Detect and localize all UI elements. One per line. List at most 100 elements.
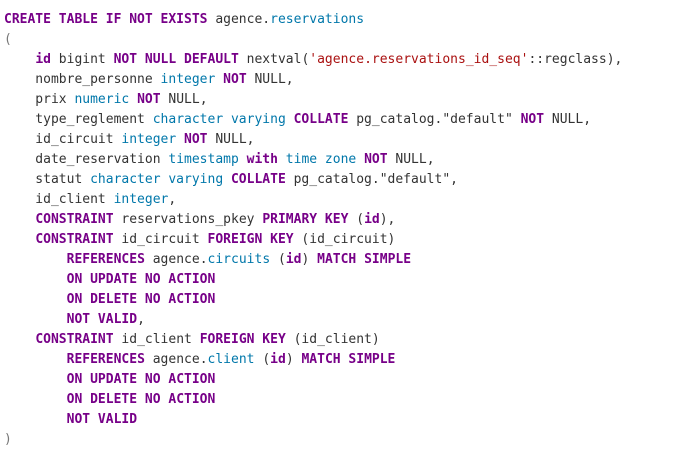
code-token: integer xyxy=(113,192,169,207)
code-token: 'agence.reservations_id_seq' xyxy=(309,52,529,67)
code-token: NOT xyxy=(137,92,161,107)
code-token: id_client xyxy=(113,332,200,347)
code-token: id xyxy=(270,352,286,367)
code-line: CONSTRAINT id_circuit FOREIGN KEY (id_ci… xyxy=(4,230,679,250)
code-token: id_client xyxy=(4,192,114,207)
code-token: time zone xyxy=(285,152,357,167)
code-line: CREATE TABLE IF NOT EXISTS agence.reserv… xyxy=(4,10,679,30)
code-token: nombre_personne xyxy=(4,72,161,87)
code-line: ( xyxy=(4,30,679,50)
code-line: type_reglement character varying COLLATE… xyxy=(4,110,679,130)
code-token: with xyxy=(246,152,278,167)
code-token: agence. xyxy=(207,12,271,27)
code-token: NULL, xyxy=(544,112,592,127)
code-line: id_client integer, xyxy=(4,190,679,210)
code-token: statut xyxy=(4,172,91,187)
code-token: REFERENCES xyxy=(66,252,145,267)
sql-code-view[interactable]: CREATE TABLE IF NOT EXISTS agence.reserv… xyxy=(0,0,679,454)
code-token: NULL, xyxy=(246,72,294,87)
code-line: id_circuit integer NOT NULL, xyxy=(4,130,679,150)
code-token: ( xyxy=(348,212,365,227)
code-token: NOT VALID xyxy=(66,312,138,327)
code-token: ON UPDATE NO ACTION xyxy=(66,372,216,387)
code-token: ) xyxy=(301,252,318,267)
code-token: id xyxy=(364,212,380,227)
code-token: (id_client) xyxy=(285,332,380,347)
code-token: ::regclass), xyxy=(528,52,623,67)
code-token: ( xyxy=(270,252,286,267)
code-token: ON DELETE NO ACTION xyxy=(66,292,216,307)
code-line: ) xyxy=(4,430,679,450)
code-token: NOT xyxy=(520,112,545,127)
code-token: NOT xyxy=(223,72,247,87)
code-line: id bigint NOT NULL DEFAULT nextval('agen… xyxy=(4,50,679,70)
code-token: timestamp xyxy=(168,152,239,167)
code-token: circuits xyxy=(207,252,271,267)
code-line: NOT VALID xyxy=(4,410,679,430)
code-token: NULL, xyxy=(387,152,435,167)
code-token: id_circuit xyxy=(113,232,208,247)
code-token: , xyxy=(137,312,145,327)
code-token: prix xyxy=(4,92,75,107)
code-token: character varying xyxy=(152,112,286,127)
code-token: MATCH SIMPLE xyxy=(301,352,396,367)
code-token: id xyxy=(285,252,302,267)
code-line: statut character varying COLLATE pg_cata… xyxy=(4,170,679,190)
code-line: ON UPDATE NO ACTION xyxy=(4,270,679,290)
code-token: ), xyxy=(379,212,396,227)
code-line: CONSTRAINT reservations_pkey PRIMARY KEY… xyxy=(4,210,679,230)
code-token: client xyxy=(207,352,255,367)
code-token: REFERENCES xyxy=(66,352,145,367)
code-token: PRIMARY KEY xyxy=(262,212,349,227)
code-token: ) xyxy=(285,352,302,367)
code-line: ON UPDATE NO ACTION xyxy=(4,370,679,390)
code-token: , xyxy=(168,192,177,207)
code-token: bigint xyxy=(50,52,114,67)
code-line: nombre_personne integer NOT NULL, xyxy=(4,70,679,90)
code-token: FOREIGN KEY xyxy=(199,332,286,347)
code-token: pg_catalog."default", xyxy=(285,172,458,187)
code-line: CONSTRAINT id_client FOREIGN KEY (id_cli… xyxy=(4,330,679,350)
code-line: REFERENCES agence.client (id) MATCH SIMP… xyxy=(4,350,679,370)
code-token: id xyxy=(35,52,51,67)
code-line: REFERENCES agence.circuits (id) MATCH SI… xyxy=(4,250,679,270)
code-token: integer xyxy=(160,72,216,87)
code-token: NOT xyxy=(184,132,208,147)
code-token: CONSTRAINT xyxy=(35,232,114,247)
code-token: MATCH SIMPLE xyxy=(317,252,412,267)
code-token: agence. xyxy=(144,352,208,367)
code-token: NULL, xyxy=(160,92,208,107)
code-token: character varying xyxy=(90,172,224,187)
code-token: (id_circuit) xyxy=(293,232,396,247)
code-token: CONSTRAINT xyxy=(35,332,114,347)
code-token: FOREIGN KEY xyxy=(207,232,294,247)
code-token: COLLATE xyxy=(293,112,349,127)
code-token: ON UPDATE NO ACTION xyxy=(66,272,216,287)
code-token: COLLATE xyxy=(230,172,286,187)
code-token: NOT NULL DEFAULT xyxy=(113,52,239,67)
code-token: pg_catalog."default" xyxy=(348,112,521,127)
code-token: date_reservation xyxy=(4,152,169,167)
code-token: integer xyxy=(121,132,177,147)
code-line: date_reservation timestamp with time zon… xyxy=(4,150,679,170)
code-line: ON DELETE NO ACTION xyxy=(4,290,679,310)
code-token: reservations_pkey xyxy=(113,212,263,227)
